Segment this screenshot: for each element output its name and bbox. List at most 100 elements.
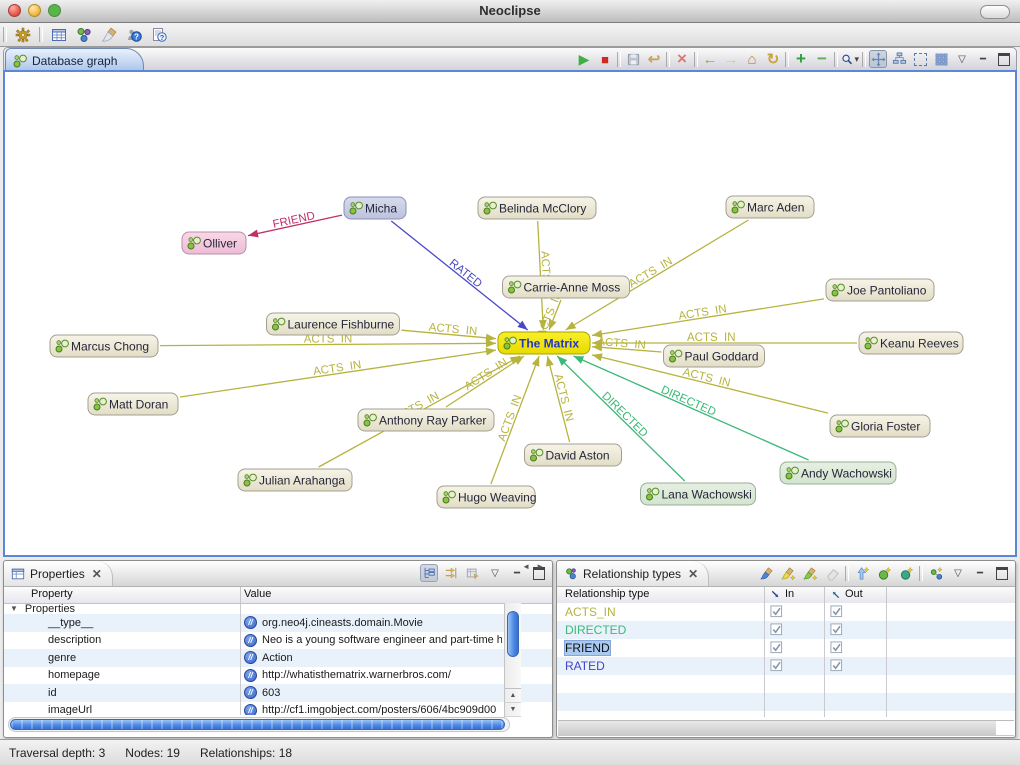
grid-layout-icon[interactable] xyxy=(932,50,950,68)
properties-category-row[interactable]: ▼ Properties xyxy=(4,603,552,614)
zoom-out-icon[interactable] xyxy=(813,50,831,68)
relationship-row-directed[interactable]: DIRECTED xyxy=(557,621,1015,639)
back-icon[interactable] xyxy=(701,50,719,68)
close-icon[interactable]: ✕ xyxy=(688,567,698,581)
graph-node-carrie[interactable]: Carrie-Anne Moss xyxy=(503,276,630,298)
checkbox-out-acts_in[interactable] xyxy=(830,605,843,618)
highlight-relationship-icon[interactable] xyxy=(757,564,775,582)
refresh-icon[interactable] xyxy=(764,50,782,68)
property-value[interactable]: Neo is a young software engineer and par… xyxy=(262,634,502,646)
scroll-down-icon[interactable]: ▼ xyxy=(505,703,521,717)
graph-node-laurence[interactable]: Laurence Fishburne xyxy=(267,313,400,335)
checkbox-out-friend[interactable] xyxy=(830,641,843,654)
tab-database-graph[interactable]: Database graph xyxy=(5,48,144,72)
maximize-view-icon[interactable] xyxy=(993,564,1011,582)
property-value[interactable]: http://whatisthematrix.warnerbros.com/ xyxy=(262,669,451,681)
magnifier-icon[interactable]: ▾ xyxy=(841,50,859,68)
tab-relationship-types[interactable]: Relationship types ✕ xyxy=(557,561,709,586)
property-row-imageUrl[interactable]: imageUrl//http://cf1.imgobject.com/poste… xyxy=(4,702,552,716)
help-icon[interactable]: ? xyxy=(125,26,143,44)
zoom-in-icon[interactable] xyxy=(792,50,810,68)
relationship-type-label[interactable]: FRIEND xyxy=(565,641,610,655)
graph-node-andy[interactable]: Andy Wachowski xyxy=(780,462,896,484)
properties-vertical-scrollbar[interactable]: ▲ ▼ xyxy=(504,603,521,717)
view-menu-icon[interactable] xyxy=(949,564,967,582)
property-row-genre[interactable]: genre//Action xyxy=(4,649,552,667)
property-value[interactable]: org.neo4j.cineasts.domain.Movie xyxy=(262,617,423,629)
graph-node-keanu[interactable]: Keanu Reeves xyxy=(859,332,963,354)
tree-layout-icon[interactable] xyxy=(890,50,908,68)
view-menu-icon[interactable] xyxy=(953,50,971,68)
graph-node-olliver[interactable]: Olliver xyxy=(182,232,246,254)
graph-node-julian[interactable]: Julian Arahanga xyxy=(238,469,352,491)
maximize-view-icon[interactable] xyxy=(995,50,1013,68)
revert-icon[interactable] xyxy=(645,50,663,68)
expander-icon[interactable]: ▼ xyxy=(10,604,18,613)
graph-canvas[interactable]: FRIENDRATEDACTS_INACTS_INACTS_INACTS_INA… xyxy=(3,70,1017,557)
save-icon[interactable] xyxy=(624,50,642,68)
stop-icon[interactable] xyxy=(596,50,614,68)
tab-properties[interactable]: Properties ✕ xyxy=(4,561,113,586)
marquee-select-icon[interactable] xyxy=(911,50,929,68)
add-incoming-icon[interactable] xyxy=(853,564,871,582)
scroll-right-icon[interactable]: ► xyxy=(536,562,544,729)
cheatsheet-help-icon[interactable]: ? xyxy=(150,26,168,44)
relationship-type-label[interactable]: RATED xyxy=(565,659,605,673)
follow-selection-icon[interactable] xyxy=(442,564,460,582)
scrollbar-thumb[interactable] xyxy=(507,611,519,657)
run-icon[interactable] xyxy=(575,50,593,68)
property-row-description[interactable]: description//Neo is a young software eng… xyxy=(4,632,552,650)
property-value[interactable]: 603 xyxy=(262,687,280,699)
relationship-type-label[interactable]: DIRECTED xyxy=(565,623,626,637)
minimize-view-icon[interactable] xyxy=(971,564,989,582)
preferences-gear-icon[interactable] xyxy=(14,26,32,44)
properties-horizontal-scrollbar[interactable] xyxy=(8,717,510,732)
graph-node-marc[interactable]: Marc Aden xyxy=(726,196,814,218)
checkbox-in-directed[interactable] xyxy=(770,623,783,636)
paintbrush-icon[interactable] xyxy=(100,26,118,44)
column-in[interactable]: In xyxy=(785,588,794,600)
minimize-view-icon[interactable] xyxy=(974,50,992,68)
column-out[interactable]: Out xyxy=(845,588,863,600)
graph-node-belinda[interactable]: Belinda McClory xyxy=(478,197,596,219)
refresh-table-icon[interactable] xyxy=(464,564,482,582)
table-view-icon[interactable] xyxy=(50,26,68,44)
add-relationship-type-icon[interactable] xyxy=(927,564,945,582)
toolbar-toggle-capsule[interactable] xyxy=(980,5,1010,19)
zoom-dropdown-icon[interactable]: ▾ xyxy=(854,54,859,65)
add-node-start-icon[interactable] xyxy=(875,564,893,582)
graph-node-anthony[interactable]: Anthony Ray Parker xyxy=(358,409,494,431)
graph-node-paul[interactable]: Paul Goddard xyxy=(664,345,765,367)
graph-node-lana[interactable]: Lana Wachowski xyxy=(641,483,756,505)
graph-node-hugo[interactable]: Hugo Weaving xyxy=(437,486,537,508)
checkbox-out-rated[interactable] xyxy=(830,659,843,672)
delete-icon[interactable] xyxy=(673,50,691,68)
column-relationship-type[interactable]: Relationship type xyxy=(565,588,649,600)
checkbox-in-friend[interactable] xyxy=(770,641,783,654)
scroll-up-icon[interactable]: ▲ xyxy=(505,689,521,703)
graph-node-joe[interactable]: Joe Pantoliano xyxy=(826,279,934,301)
relationship-row-rated[interactable]: RATED xyxy=(557,657,1015,675)
graph-node-gloria[interactable]: Gloria Foster xyxy=(830,415,930,437)
scroll-left-icon[interactable]: ◄ xyxy=(522,562,530,729)
scrollbar-thumb[interactable] xyxy=(10,719,505,730)
property-row-id[interactable]: id//603 xyxy=(4,684,552,702)
column-property[interactable]: Property xyxy=(31,588,73,600)
relationship-row-friend[interactable]: FRIEND xyxy=(557,639,1015,657)
highlight-incoming-icon[interactable] xyxy=(779,564,797,582)
checkbox-in-rated[interactable] xyxy=(770,659,783,672)
relationship-type-label[interactable]: ACTS_IN xyxy=(565,605,616,619)
property-value[interactable]: http://cf1.imgobject.com/posters/606/4bc… xyxy=(262,704,496,715)
property-value[interactable]: Action xyxy=(262,652,293,664)
add-node-end-icon[interactable] xyxy=(897,564,915,582)
checkbox-out-directed[interactable] xyxy=(830,623,843,636)
graph-node-david[interactable]: David Aston xyxy=(525,444,622,466)
graph-node-micha[interactable]: Micha xyxy=(344,197,406,219)
graph-node-marcus[interactable]: Marcus Chong xyxy=(50,335,158,357)
checkbox-in-acts_in[interactable] xyxy=(770,605,783,618)
column-value[interactable]: Value xyxy=(244,588,271,600)
highlight-outgoing-icon[interactable] xyxy=(801,564,819,582)
pan-mode-icon[interactable] xyxy=(869,50,887,68)
home-icon[interactable] xyxy=(743,50,761,68)
property-row-__type__[interactable]: __type__//org.neo4j.cineasts.domain.Movi… xyxy=(4,614,552,632)
